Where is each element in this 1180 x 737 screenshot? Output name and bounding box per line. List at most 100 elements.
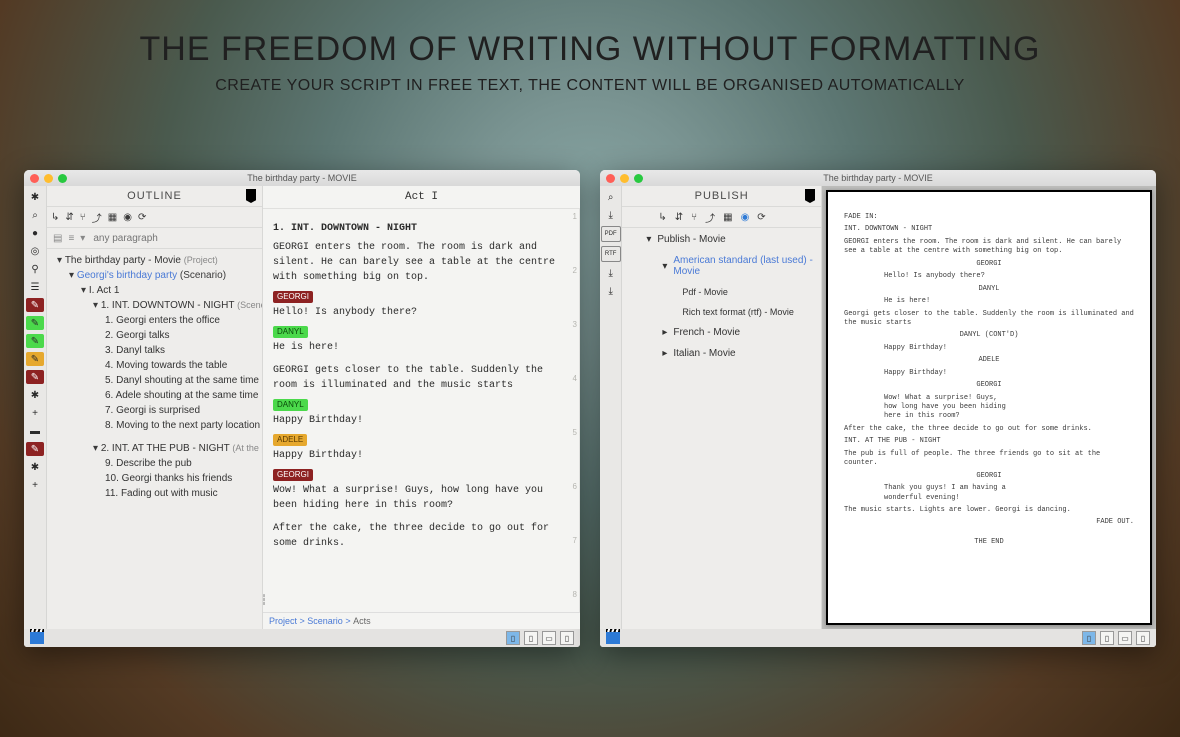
titlebar[interactable]: The birthday party - MOVIE xyxy=(600,170,1156,186)
share-icon[interactable]: ⤴ xyxy=(92,210,102,225)
tree-leaf[interactable]: 6. Adele shouting at the same time xyxy=(47,388,260,403)
chat-orange-icon[interactable]: ✎ xyxy=(26,352,44,366)
export2-icon[interactable]: ⤓ xyxy=(602,266,620,280)
tree-leaf[interactable]: 10. Georgi thanks his friends xyxy=(47,471,260,486)
search-icon[interactable]: ⌕ xyxy=(602,190,620,204)
layout-4-button[interactable]: ▯ xyxy=(1136,631,1150,645)
tree-scene1[interactable]: ▾ 1. INT. DOWNTOWN - NIGHT (Scene 1) xyxy=(47,298,260,313)
editor-body[interactable]: 1. INT. DOWNTOWN - NIGHT GEORGI enters t… xyxy=(263,209,580,612)
add-icon[interactable]: + xyxy=(26,406,44,420)
char-tag-adele: ADELE xyxy=(273,434,307,446)
clapper-icon[interactable] xyxy=(606,632,620,644)
dot-icon[interactable]: ● xyxy=(26,226,44,240)
lines-icon[interactable]: ≡ xyxy=(68,233,74,244)
publish-header: PUBLISH xyxy=(622,186,821,207)
clapper-icon[interactable] xyxy=(30,632,44,644)
tree-leaf[interactable]: 4. Moving towards the table xyxy=(47,358,260,373)
maximize-icon[interactable] xyxy=(58,174,67,183)
eye-icon[interactable]: ◉ xyxy=(741,212,750,223)
layout-3-button[interactable]: ▭ xyxy=(1118,631,1132,645)
traffic-lights[interactable] xyxy=(30,174,67,183)
list-item[interactable]: ▸French - Movie xyxy=(628,325,815,340)
chat-red2-icon[interactable]: ✎ xyxy=(26,370,44,384)
tree-leaf[interactable]: 3. Danyl talks xyxy=(47,343,260,358)
export3-icon[interactable]: ⤓ xyxy=(602,284,620,298)
run-icon[interactable]: ✱ xyxy=(26,190,44,204)
window-title: The birthday party - MOVIE xyxy=(600,173,1156,183)
doc-icon[interactable]: RTF xyxy=(601,246,621,262)
tree-leaf[interactable]: 2. Georgi talks xyxy=(47,328,260,343)
list-item[interactable]: ▾Publish - Movie xyxy=(628,232,815,247)
layout-1-button[interactable]: ▯ xyxy=(506,631,520,645)
tree-scenario[interactable]: ▾ Georgi's birthday party (Scenario) xyxy=(47,268,260,283)
branch-icon[interactable]: ⇵ xyxy=(65,212,73,223)
export-icon[interactable]: ⤓ xyxy=(602,208,620,222)
search-input[interactable] xyxy=(91,232,256,245)
pin-icon[interactable]: ⚲ xyxy=(26,262,44,276)
tree-icon[interactable]: ↳ xyxy=(658,212,666,223)
layout-3-button[interactable]: ▭ xyxy=(542,631,556,645)
runner2-icon[interactable]: ✱ xyxy=(26,460,44,474)
add2-icon[interactable]: + xyxy=(26,478,44,492)
close-icon[interactable] xyxy=(606,174,615,183)
window-footer: ▯ ▯ ▭ ▯ xyxy=(24,629,580,647)
refresh-icon[interactable]: ⟳ xyxy=(138,212,146,223)
outline-pane: OUTLINE ↳ ⇵ ⑂ ⤴ ▦ ◉ ⟳ ▤ ≡ ▾ ▾ The birthd… xyxy=(47,186,263,629)
tree-leaf[interactable]: 1. Georgi enters the office xyxy=(47,313,260,328)
minimize-icon[interactable] xyxy=(620,174,629,183)
fork-icon[interactable]: ⑂ xyxy=(80,212,86,223)
eye-icon[interactable]: ◉ xyxy=(123,212,132,223)
filter-icon[interactable]: ▾ xyxy=(80,233,85,244)
runner-icon[interactable]: ✱ xyxy=(26,388,44,402)
outline-tree[interactable]: ▾ The birthday party - Movie (Project) ▾… xyxy=(47,249,262,629)
tree-leaf[interactable]: 8. Moving to the next party location xyxy=(47,418,260,433)
grid-icon[interactable]: ▦ xyxy=(723,212,732,223)
list-icon[interactable]: ▤ xyxy=(53,233,62,244)
tree-leaf[interactable]: 9. Describe the pub xyxy=(47,456,260,471)
tree-leaf[interactable]: 5. Danyl shouting at the same time xyxy=(47,373,260,388)
chat-red-icon[interactable]: ✎ xyxy=(26,298,44,312)
chat-green-icon[interactable]: ✎ xyxy=(26,316,44,330)
dialog-text: Happy Birthday! xyxy=(273,413,569,428)
maximize-icon[interactable] xyxy=(634,174,643,183)
layout-4-button[interactable]: ▯ xyxy=(560,631,574,645)
branch-icon[interactable]: ⇵ xyxy=(675,212,683,223)
list-item-pdf[interactable]: Pdf - Movie xyxy=(628,285,815,299)
tree-act1[interactable]: ▾ I. Act 1 xyxy=(47,283,260,298)
target-icon[interactable]: ◎ xyxy=(26,244,44,258)
tree-scene2[interactable]: ▾ 2. INT. AT THE PUB - NIGHT (At the pub… xyxy=(47,441,260,456)
share-icon[interactable]: ⤴ xyxy=(705,210,715,225)
traffic-lights[interactable] xyxy=(606,174,643,183)
tree-project[interactable]: ▾ The birthday party - Movie (Project) xyxy=(47,253,260,268)
refresh-icon[interactable]: ⟳ xyxy=(757,212,765,223)
list-item[interactable]: ▸Italian - Movie xyxy=(628,346,815,361)
window-footer: ▯ ▯ ▭ ▯ xyxy=(600,629,1156,647)
window-title: The birthday party - MOVIE xyxy=(24,173,580,183)
tree-icon[interactable]: ↳ xyxy=(51,212,59,223)
layout-2-button[interactable]: ▯ xyxy=(524,631,538,645)
titlebar[interactable]: The birthday party - MOVIE xyxy=(24,170,580,186)
tree-leaf[interactable]: 7. Georgi is surprised xyxy=(47,403,260,418)
list-item[interactable]: ▾American standard (last used) - Movie xyxy=(628,253,815,279)
sliders-icon[interactable]: ┆┆┆ xyxy=(263,593,267,608)
list-item-rtf[interactable]: Rich text format (rtf) - Movie xyxy=(628,305,815,319)
chat-red3-icon[interactable]: ✎ xyxy=(26,442,44,456)
left-sidebar: ✱ ⌕ ● ◎ ⚲ ☰ ✎ ✎ ✎ ✎ ✎ ✱ + ▬ ✎ ✱ + xyxy=(24,186,47,629)
layout-1-button[interactable]: ▯ xyxy=(1082,631,1096,645)
char-tag-georgi: GEORGI xyxy=(273,291,313,303)
close-icon[interactable] xyxy=(30,174,39,183)
search-icon[interactable]: ⌕ xyxy=(26,208,44,222)
breadcrumb[interactable]: Project > Scenario > Acts xyxy=(263,612,580,629)
grid-icon[interactable]: ▦ xyxy=(108,212,117,223)
fork-icon[interactable]: ⑂ xyxy=(691,212,697,223)
layout-2-button[interactable]: ▯ xyxy=(1100,631,1114,645)
preview-pane[interactable]: FADE IN: INT. DOWNTOWN - NIGHT GEORGI en… xyxy=(822,186,1156,629)
publish-pane: PUBLISH ↳ ⇵ ⑂ ⤴ ▦ ◉ ⟳ ▾Publish - Movie ▾… xyxy=(622,186,822,629)
minimize-icon[interactable] xyxy=(44,174,53,183)
tree-leaf[interactable]: 11. Fading out with music xyxy=(47,486,260,501)
publish-list[interactable]: ▾Publish - Movie ▾American standard (las… xyxy=(622,228,821,629)
chat-green2-icon[interactable]: ✎ xyxy=(26,334,44,348)
doc-icon[interactable]: PDF xyxy=(601,226,621,242)
clapper-icon[interactable]: ▬ xyxy=(26,424,44,438)
person-icon[interactable]: ☰ xyxy=(26,280,44,294)
